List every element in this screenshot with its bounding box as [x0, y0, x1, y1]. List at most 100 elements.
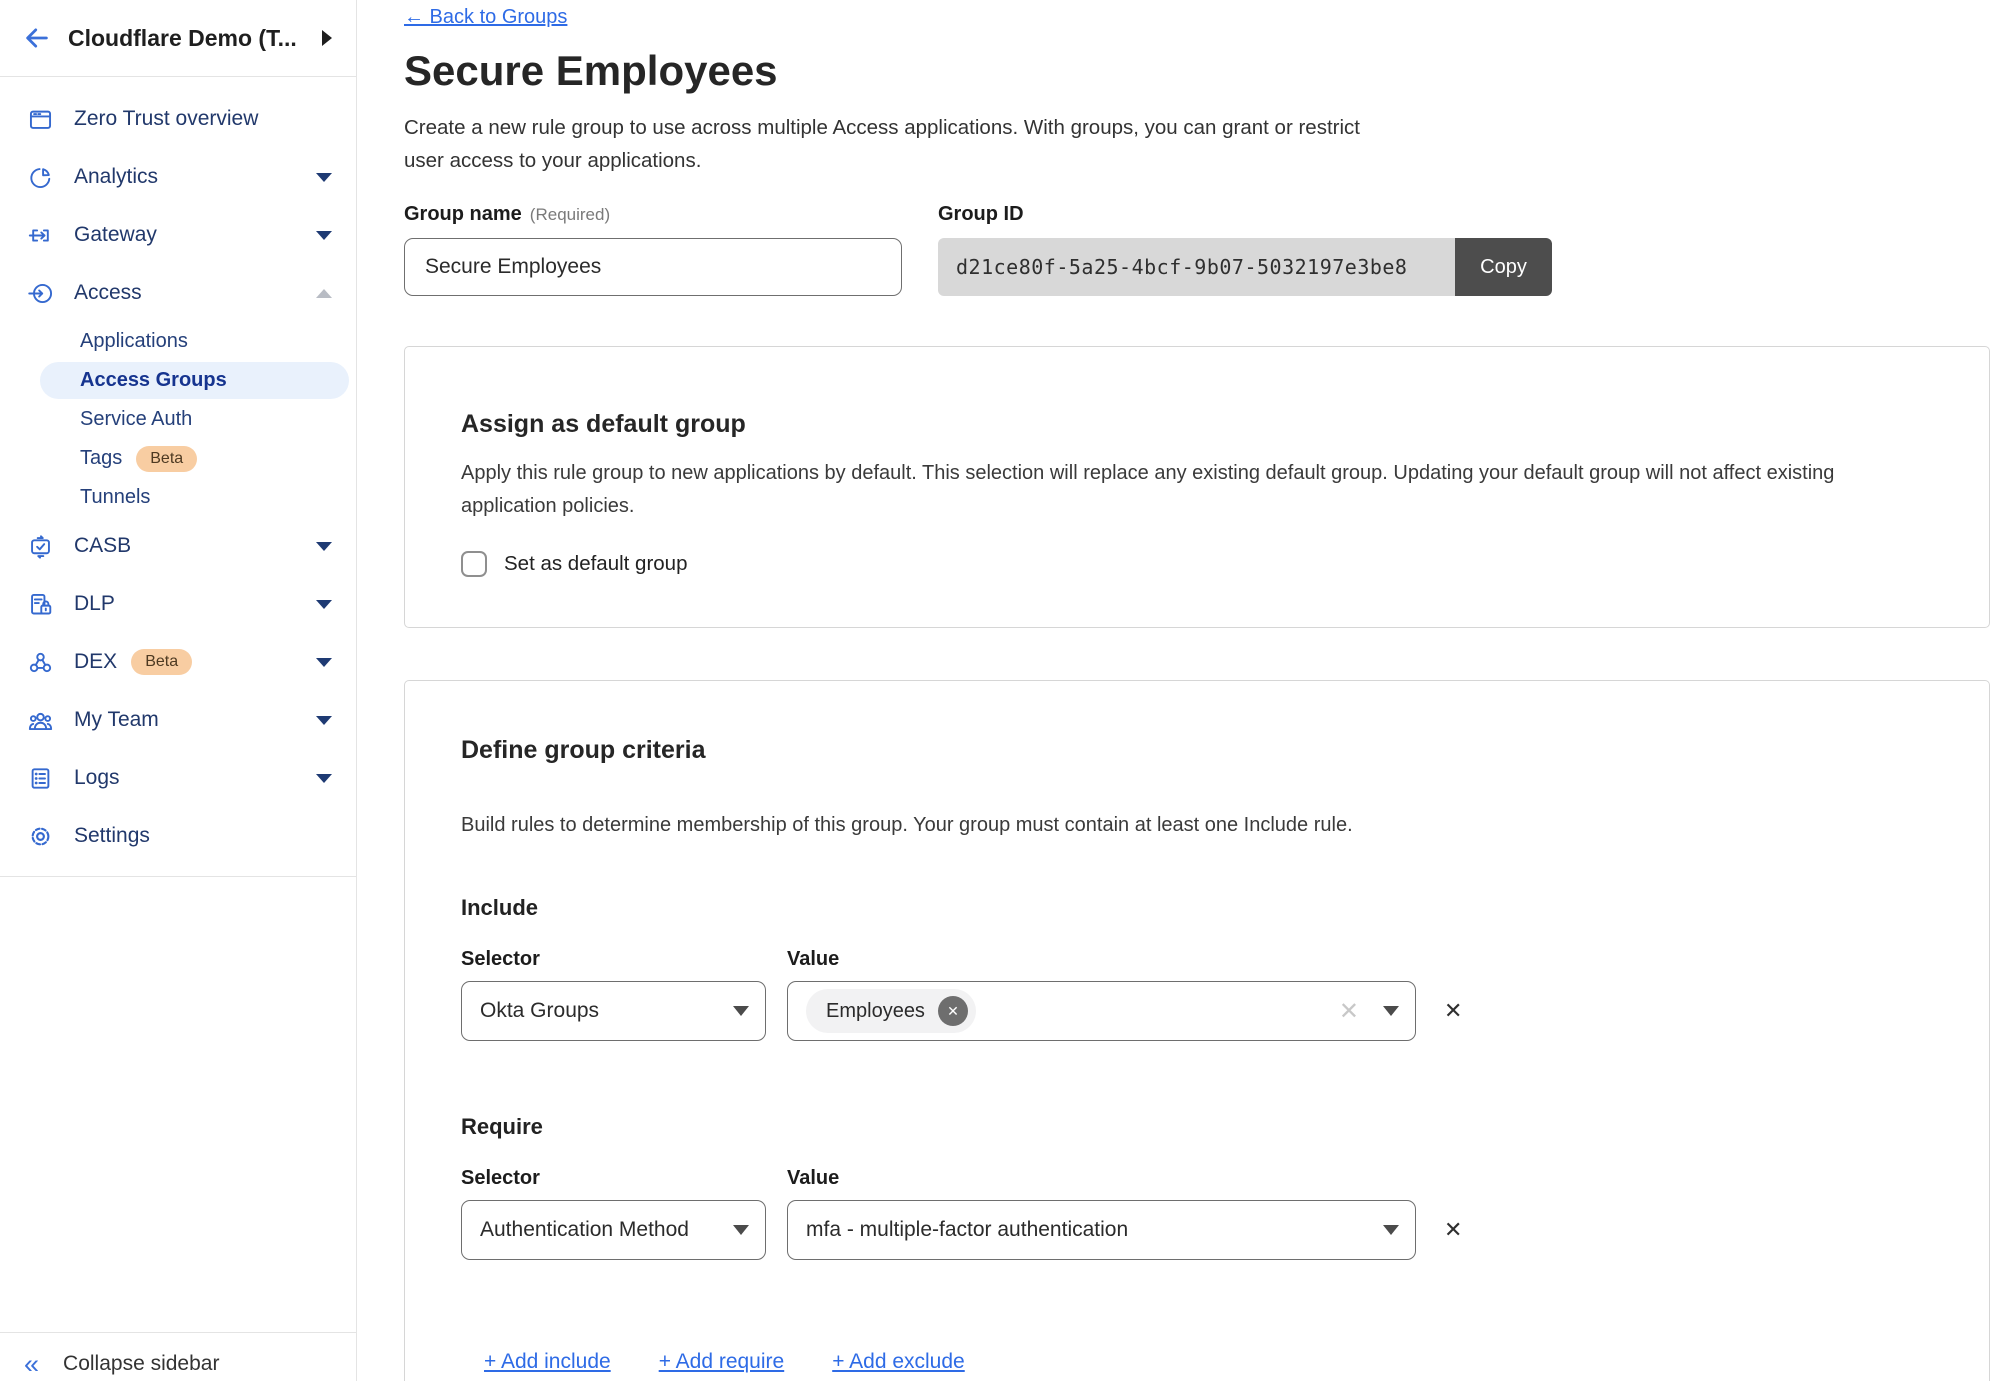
chevrons-left-icon: « — [24, 1354, 39, 1374]
sidebar-item-service-auth[interactable]: Service Auth — [0, 400, 356, 439]
chip-remove-icon[interactable]: ✕ — [938, 996, 968, 1026]
include-heading: Include — [461, 894, 1933, 922]
account-name[interactable]: Cloudflare Demo (T... — [68, 25, 322, 52]
include-value-multiselect[interactable]: Employees ✕ ✕ — [787, 981, 1416, 1041]
sidebar-item-label: Analytics — [74, 165, 158, 189]
chevron-down-icon[interactable] — [316, 716, 332, 725]
value-chip: Employees ✕ — [806, 989, 976, 1033]
sidebar-subitem-label: Tags — [80, 447, 122, 470]
remove-include-rule-icon[interactable]: ✕ — [1444, 998, 1462, 1024]
team-icon — [27, 707, 54, 734]
selector-label: Selector — [461, 948, 766, 971]
sidebar-item-label: DLP — [74, 592, 115, 616]
group-id-value: d21ce80f-5a25-4bcf-9b07-5032197e3be8 — [938, 238, 1455, 296]
beta-badge: Beta — [136, 446, 197, 472]
sidebar-item-logs[interactable]: Logs — [0, 749, 356, 807]
collapse-sidebar-button[interactable]: « Collapse sidebar — [0, 1332, 356, 1381]
require-labels-row: Selector Value — [461, 1167, 1933, 1190]
value-label: Value — [787, 1167, 839, 1190]
sidebar-nav: Zero Trust overview Analytics Gateway — [0, 77, 356, 877]
sidebar-divider — [0, 876, 356, 877]
include-rule-row: Okta Groups Employees ✕ ✕ ✕ — [461, 981, 1933, 1041]
group-name-field: Group name(Required) — [404, 203, 902, 296]
add-require-link[interactable]: + Add require — [659, 1350, 785, 1374]
sidebar-subitem-label: Tunnels — [80, 486, 150, 509]
sidebar-item-label: CASB — [74, 534, 131, 558]
sidebar-subitem-label: Applications — [80, 330, 188, 353]
sidebar-item-tunnels[interactable]: Tunnels — [0, 478, 356, 517]
set-default-group-checkbox-row[interactable]: Set as default group — [461, 551, 1933, 577]
chip-label: Employees — [826, 1000, 925, 1023]
chevron-down-icon[interactable] — [316, 658, 332, 667]
chevron-down-icon[interactable] — [316, 542, 332, 551]
sidebar-item-label: Logs — [74, 766, 120, 790]
add-exclude-link[interactable]: + Add exclude — [832, 1350, 965, 1374]
copy-button[interactable]: Copy — [1455, 238, 1552, 296]
main-content: ← Back to Groups Secure Employees Create… — [357, 0, 1999, 1381]
sidebar-item-casb[interactable]: CASB — [0, 517, 356, 575]
page-description: Create a new rule group to use across mu… — [404, 111, 1384, 177]
analytics-icon — [27, 164, 54, 191]
group-id-field: Group ID d21ce80f-5a25-4bcf-9b07-5032197… — [938, 203, 1552, 296]
sidebar-item-access[interactable]: Access — [0, 264, 356, 322]
sidebar-item-dex[interactable]: DEX Beta — [0, 633, 356, 691]
selected-option: Authentication Method — [480, 1218, 689, 1242]
sidebar-item-label: Gateway — [74, 223, 157, 247]
sidebar-item-label: DEX — [74, 650, 117, 674]
chevron-down-icon[interactable] — [316, 173, 332, 182]
access-submenu: Applications Access Groups Service Auth … — [0, 322, 356, 517]
account-header: Cloudflare Demo (T... — [0, 0, 356, 77]
require-heading: Require — [461, 1113, 1933, 1141]
sidebar-item-access-groups[interactable]: Access Groups — [0, 361, 356, 400]
chevron-down-icon — [733, 1225, 749, 1235]
sidebar: Cloudflare Demo (T... Zero Trust overvie… — [0, 0, 357, 1381]
chevron-down-icon[interactable] — [316, 231, 332, 240]
require-value-dropdown[interactable]: mfa - multiple-factor authentication — [787, 1200, 1416, 1260]
access-icon — [27, 280, 54, 307]
selected-option: mfa - multiple-factor authentication — [806, 1218, 1128, 1242]
gateway-icon — [27, 222, 54, 249]
checkbox-unchecked-icon[interactable] — [461, 551, 487, 577]
sidebar-item-applications[interactable]: Applications — [0, 322, 356, 361]
clear-all-icon[interactable]: ✕ — [1339, 997, 1359, 1026]
require-selector-dropdown[interactable]: Authentication Method — [461, 1200, 766, 1260]
sidebar-item-gateway[interactable]: Gateway — [0, 206, 356, 264]
window-icon — [27, 106, 54, 133]
sidebar-item-label: Settings — [74, 824, 150, 848]
arrow-left-icon[interactable] — [20, 21, 54, 55]
require-rule-row: Authentication Method mfa - multiple-fac… — [461, 1200, 1933, 1260]
sidebar-item-zero-trust-overview[interactable]: Zero Trust overview — [0, 90, 356, 148]
checkbox-label: Set as default group — [504, 552, 688, 576]
sidebar-item-dlp[interactable]: DLP — [0, 575, 356, 633]
include-labels-row: Selector Value — [461, 948, 1933, 971]
chevron-up-icon[interactable] — [316, 289, 332, 298]
sidebar-item-tags[interactable]: Tags Beta — [0, 439, 356, 478]
chevron-down-icon[interactable] — [316, 774, 332, 783]
include-selector-dropdown[interactable]: Okta Groups — [461, 981, 766, 1041]
selected-option: Okta Groups — [480, 999, 599, 1023]
chevron-down-icon[interactable] — [316, 600, 332, 609]
dlp-icon — [27, 591, 54, 618]
dex-icon — [27, 649, 54, 676]
page-title: Secure Employees — [404, 49, 1999, 93]
caret-right-icon[interactable] — [322, 30, 332, 46]
sidebar-subitem-label: Access Groups — [80, 369, 227, 392]
remove-require-rule-icon[interactable]: ✕ — [1444, 1217, 1462, 1243]
sidebar-item-my-team[interactable]: My Team — [0, 691, 356, 749]
sidebar-item-label: My Team — [74, 708, 159, 732]
sidebar-item-settings[interactable]: Settings — [0, 807, 356, 865]
sidebar-subitem-label: Service Auth — [80, 408, 192, 431]
card-description: Build rules to determine membership of t… — [461, 809, 1911, 842]
zero-trust-dashboard: Cloudflare Demo (T... Zero Trust overvie… — [0, 0, 1999, 1381]
card-title: Define group criteria — [461, 733, 1933, 767]
add-rule-links: + Add include + Add require + Add exclud… — [461, 1350, 1933, 1374]
back-to-groups-link[interactable]: ← Back to Groups — [404, 6, 567, 29]
logs-icon — [27, 765, 54, 792]
sidebar-item-analytics[interactable]: Analytics — [0, 148, 356, 206]
sidebar-item-label: Access — [74, 281, 142, 305]
group-name-input[interactable] — [404, 238, 902, 296]
group-id-label: Group ID — [938, 203, 1024, 225]
required-hint: (Required) — [530, 205, 610, 224]
add-include-link[interactable]: + Add include — [484, 1350, 611, 1374]
chevron-down-icon — [1383, 1006, 1399, 1016]
